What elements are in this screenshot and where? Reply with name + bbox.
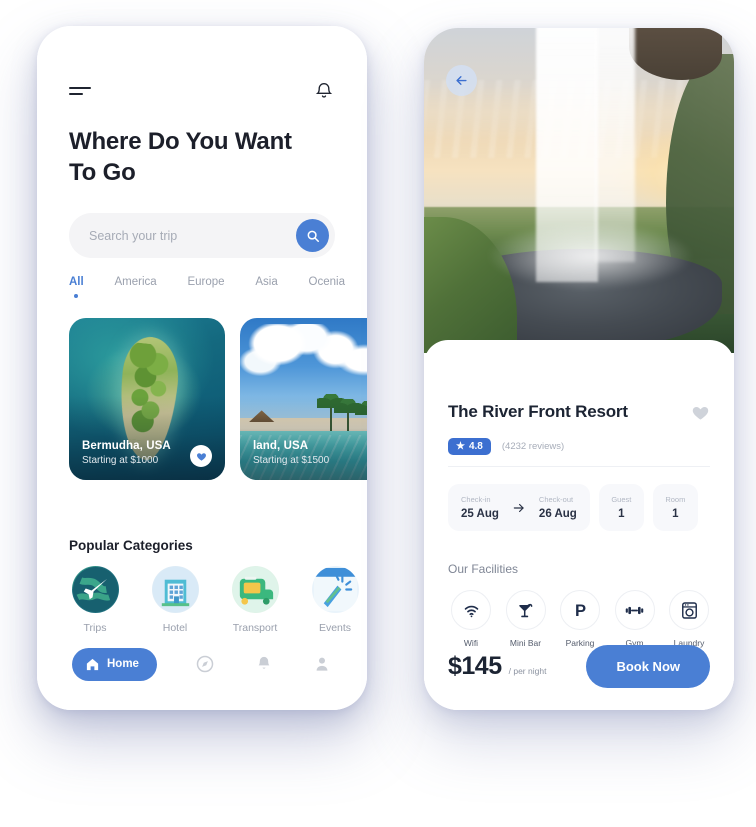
category-trips[interactable]: Trips: [69, 566, 121, 634]
divider: [448, 466, 710, 467]
cocktail-icon: [505, 590, 546, 630]
facility-parking[interactable]: P Parking: [557, 590, 603, 648]
arrow-right-icon: [513, 503, 524, 512]
search-input[interactable]: [89, 228, 296, 243]
category-events[interactable]: Events: [309, 566, 361, 634]
star-icon: ★: [456, 441, 465, 452]
facilities-list: Wifi Mini Bar P Parking Gym Laundry: [448, 590, 712, 648]
rating-badge: ★ 4.8: [448, 438, 491, 455]
back-button[interactable]: [446, 65, 477, 96]
card-price: Starting at $1000: [82, 455, 159, 466]
tab-america[interactable]: America: [115, 276, 157, 288]
home-topbar: [37, 74, 367, 108]
room-value: 1: [672, 508, 679, 520]
category-list: Trips Hotel Transport Events: [69, 566, 367, 634]
booking-summary: Check-in 25 Aug Check-out 26 Aug Guest 1…: [448, 484, 698, 531]
bell-icon[interactable]: [313, 79, 335, 103]
tab-ocenia[interactable]: Ocenia: [309, 276, 345, 288]
facility-gym[interactable]: Gym: [612, 590, 658, 648]
categories-heading: Popular Categories: [69, 538, 193, 553]
party-popper-icon: [311, 566, 359, 613]
canvas: Where Do You Want To Go All America Euro…: [0, 0, 756, 827]
guest-selector[interactable]: Guest 1: [598, 484, 644, 531]
compass-icon[interactable]: [195, 654, 215, 674]
facility-laundry[interactable]: Laundry: [666, 590, 712, 648]
destination-card[interactable]: Bermudha, USA Starting at $1000: [69, 318, 225, 480]
detail-screen: The River Front Resort ★ 4.8 (4232 revie…: [424, 28, 734, 710]
resort-header: The River Front Resort: [448, 402, 710, 422]
search-icon: [307, 230, 319, 242]
resort-title: The River Front Resort: [448, 402, 628, 421]
hamburger-menu-icon[interactable]: [69, 85, 91, 97]
heart-icon: [196, 452, 206, 461]
destination-card[interactable]: land, USA Starting at $1500: [240, 318, 367, 480]
arrow-left-icon: [456, 76, 467, 85]
phone-mockup-detail: The River Front Resort ★ 4.8 (4232 revie…: [424, 28, 734, 710]
person-icon[interactable]: [312, 654, 332, 674]
room-label: Room: [665, 495, 686, 504]
checkout-field[interactable]: Check-out 26 Aug: [539, 495, 577, 520]
card-caption: land, USA Starting at $1500: [253, 440, 329, 466]
reviews-count: (4232 reviews): [501, 441, 565, 452]
checkin-field[interactable]: Check-in 25 Aug: [461, 495, 499, 520]
checkin-value: 25 Aug: [461, 508, 499, 520]
checkout-value: 26 Aug: [538, 508, 577, 520]
search-bar[interactable]: [69, 213, 335, 258]
bell-icon[interactable]: [254, 654, 274, 674]
favorite-button[interactable]: [190, 445, 212, 467]
room-selector[interactable]: Room 1: [652, 484, 698, 531]
washing-machine-icon: [669, 590, 709, 630]
heart-icon[interactable]: [691, 403, 710, 422]
rating-row: ★ 4.8 (4232 reviews): [448, 438, 564, 455]
hero-image: [424, 28, 734, 353]
price-value: $145: [448, 652, 502, 680]
category-label: Events: [318, 622, 352, 634]
facility-minibar[interactable]: Mini Bar: [503, 590, 549, 648]
category-transport[interactable]: Transport: [229, 566, 281, 634]
guest-value: 1: [618, 508, 625, 520]
parking-icon: P: [560, 590, 600, 630]
date-range-selector[interactable]: Check-in 25 Aug Check-out 26 Aug: [448, 484, 590, 531]
category-label: Hotel: [162, 622, 188, 634]
tab-europe[interactable]: Europe: [187, 276, 224, 288]
phone-mockup-home: Where Do You Want To Go All America Euro…: [37, 26, 367, 710]
region-tabs: All America Europe Asia Ocenia: [69, 276, 345, 288]
facilities-heading: Our Facilities: [448, 562, 519, 576]
booking-footer: $145 / per night Book Now: [448, 645, 710, 688]
price-block: $145 / per night: [448, 652, 546, 681]
destination-card-list: Bermudha, USA Starting at $1000 land, US…: [69, 318, 367, 480]
nav-home-label: Home: [107, 658, 139, 670]
page-title: Where Do You Want To Go: [69, 128, 292, 186]
book-now-button[interactable]: Book Now: [586, 645, 710, 688]
card-title: Bermudha, USA: [82, 440, 171, 452]
category-hotel[interactable]: Hotel: [149, 566, 201, 634]
dumbbell-icon: [614, 590, 655, 630]
svg-text:P: P: [574, 601, 585, 620]
bottom-navigation: Home: [72, 643, 332, 685]
nav-item-home[interactable]: Home: [72, 647, 157, 681]
home-icon: [86, 658, 99, 670]
checkout-label: Check-out: [538, 495, 574, 504]
hotel-building-icon: [151, 566, 199, 613]
home-screen: Where Do You Want To Go All America Euro…: [37, 26, 367, 710]
guest-label: Guest: [611, 495, 632, 504]
category-label: Transport: [232, 622, 278, 634]
card-price: Starting at $1500: [253, 455, 330, 466]
facility-wifi[interactable]: Wifi: [448, 590, 494, 648]
tab-all[interactable]: All: [69, 276, 84, 288]
wifi-icon: [451, 590, 491, 630]
card-caption: Bermudha, USA Starting at $1000: [82, 440, 171, 466]
search-button[interactable]: [296, 219, 329, 252]
rating-value: 4.8: [468, 441, 483, 452]
category-label: Trips: [83, 622, 107, 634]
globe-airplane-icon: [71, 566, 119, 613]
bus-icon: [231, 566, 279, 613]
card-title: land, USA: [253, 440, 309, 452]
price-unit: / per night: [508, 666, 547, 676]
tab-asia[interactable]: Asia: [255, 276, 277, 288]
checkin-label: Check-in: [461, 495, 491, 504]
detail-sheet: The River Front Resort ★ 4.8 (4232 revie…: [424, 340, 734, 710]
